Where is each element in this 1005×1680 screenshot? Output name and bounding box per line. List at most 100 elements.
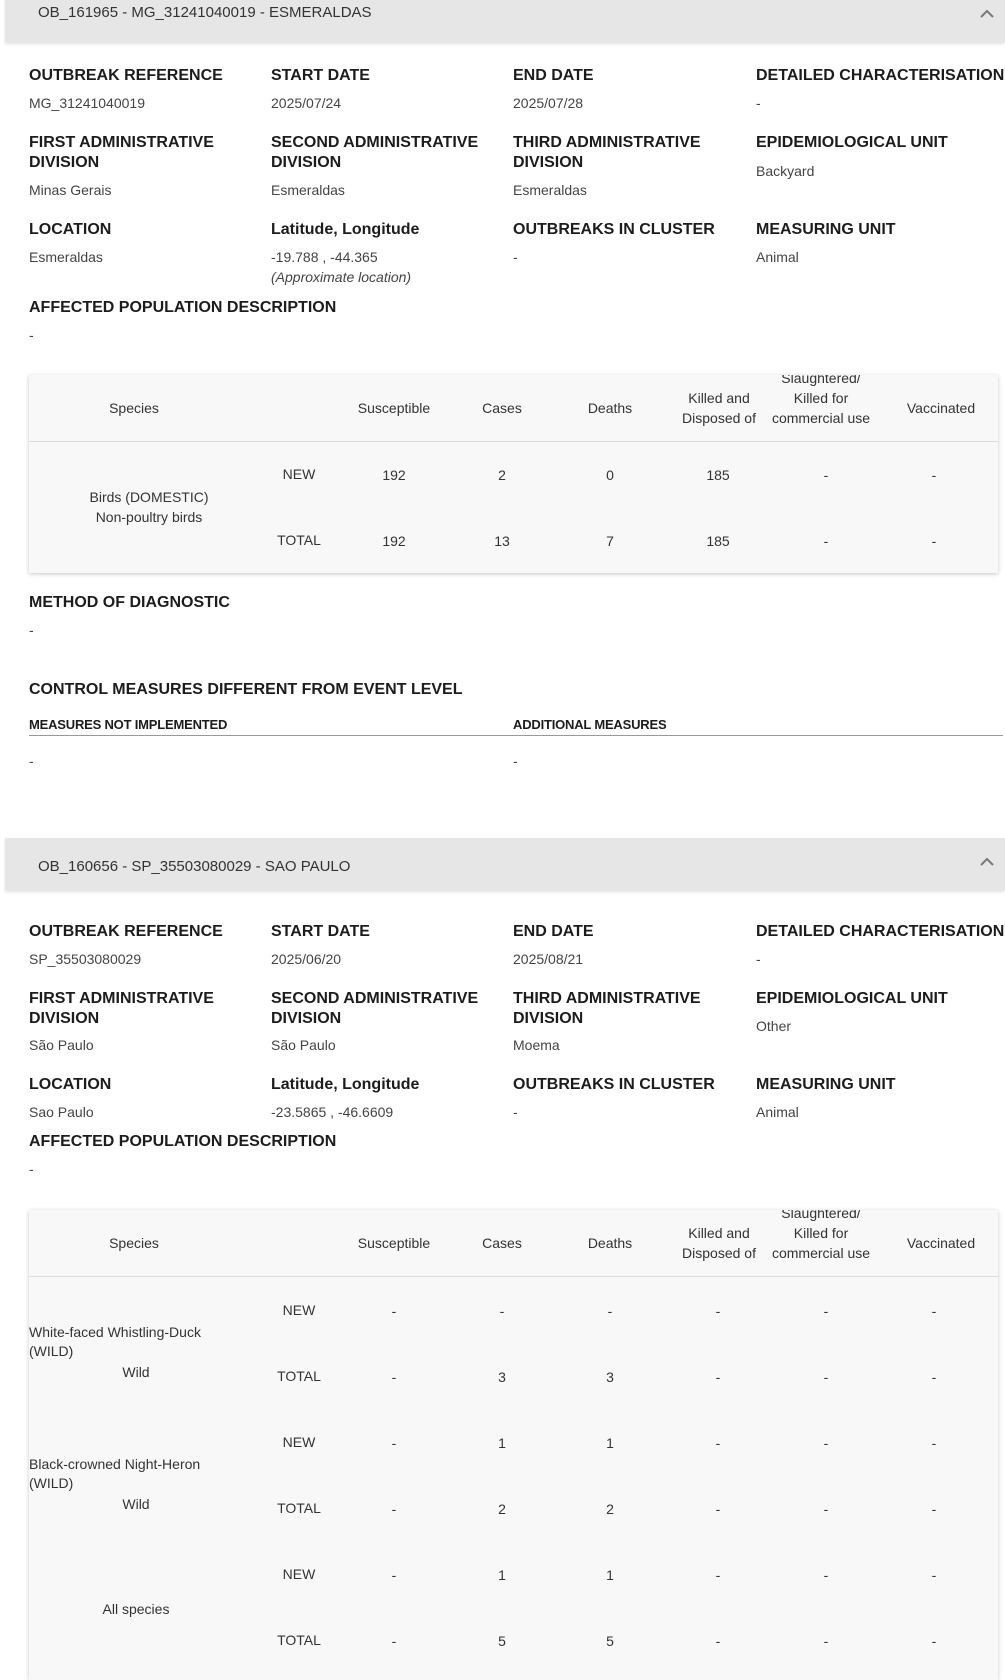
latlon-value: -23.5865 , -46.6609 (271, 1104, 394, 1120)
outbreak-panel-title: OB_161965 - MG_31241040019 - ESMERALDAS (38, 4, 372, 21)
new-slaughtered: - (823, 1303, 829, 1319)
outbreaks-in-cluster-value: - (513, 249, 518, 265)
total-row-label: TOTAL (277, 532, 321, 548)
location-label: LOCATION (29, 1076, 112, 1093)
susceptible-column-header: Susceptible (357, 1235, 431, 1251)
new-vaccinated: - (931, 1303, 937, 1319)
new-deaths: - (607, 1303, 613, 1319)
species-column-header: Species (109, 1235, 159, 1251)
new-susceptible: - (391, 1567, 397, 1583)
second-admin-label: SECOND ADMINISTRATIVE DIVISION (271, 133, 478, 173)
first-admin-label-line2: DIVISION (29, 1010, 100, 1027)
new-row-label: NEW (282, 466, 316, 482)
total-susceptible: - (391, 1633, 397, 1649)
affected-population-value: - (29, 1161, 34, 1177)
latlon-label: Latitude, Longitude (271, 221, 420, 238)
epi-unit-label: EPIDEMIOLOGICAL UNIT (756, 134, 948, 151)
new-cases: 1 (498, 1435, 506, 1451)
outbreak-panel-2: OB_160656 - SP_35503080029 - SAO PAULO O… (5, 838, 1005, 1680)
outbreak-panel-header[interactable]: OB_161965 - MG_31241040019 - ESMERALDAS (5, 0, 1005, 42)
second-admin-label-line2: DIVISION (271, 1010, 342, 1027)
chevron-up-icon[interactable] (975, 2, 999, 26)
measuring-unit-value: Animal (756, 1104, 799, 1120)
outbreak-reference-value: SP_35503080029 (29, 951, 142, 967)
third-admin-label-line2: DIVISION (513, 1010, 584, 1027)
species-category: All species (102, 1601, 170, 1617)
new-killed: - (715, 1435, 721, 1451)
species-table: Species Susceptible Cases Deaths Killed … (29, 375, 998, 573)
new-slaughtered: - (823, 467, 829, 483)
total-cases: 3 (498, 1369, 506, 1385)
detailed-characterisation-label: DETAILED CHARACTERISATION (756, 923, 1005, 940)
species-name: Birds (DOMESTIC) Non-poultry birds (89, 489, 209, 525)
new-killed: - (715, 1567, 721, 1583)
total-killed: - (715, 1501, 721, 1517)
total-row-label: TOTAL (277, 1632, 321, 1648)
total-slaughtered: - (823, 1369, 829, 1385)
outbreaks-in-cluster-label: OUTBREAKS IN CLUSTER (513, 221, 715, 238)
third-admin-label-line2: DIVISION (513, 154, 584, 171)
species-category: Wild (122, 1496, 150, 1512)
new-killed: - (715, 1303, 721, 1319)
new-vaccinated: - (931, 467, 937, 483)
third-admin-value: Moema (513, 1037, 560, 1053)
new-susceptible: 192 (382, 467, 406, 483)
total-vaccinated: - (931, 533, 937, 549)
new-killed: 185 (706, 467, 730, 483)
measuring-unit-value: Animal (756, 249, 799, 265)
outbreaks-in-cluster-value: - (513, 1104, 518, 1120)
detailed-characterisation-value: - (756, 951, 761, 967)
third-admin-label-line1: THIRD ADMINISTRATIVE (513, 990, 701, 1007)
table-header-divider (29, 1276, 998, 1277)
killed-disposed-column-header: Killed and Disposed of (682, 390, 756, 426)
affected-population-label: AFFECTED POPULATION DESCRIPTION (29, 299, 337, 316)
species-name: White-faced Whistling-Duck (29, 1324, 201, 1340)
total-deaths: 5 (606, 1633, 614, 1649)
total-deaths: 3 (606, 1369, 614, 1385)
third-admin-label-line1: THIRD ADMINISTRATIVE (513, 134, 701, 151)
first-admin-value: Minas Gerais (29, 182, 112, 198)
epi-unit-value: Backyard (756, 163, 815, 179)
total-row-label: TOTAL (277, 1368, 321, 1384)
species-type: (WILD) (29, 1475, 74, 1491)
total-susceptible: - (391, 1369, 397, 1385)
outbreak-reference-label: OUTBREAK REFERENCE (29, 67, 223, 84)
additional-measures-label: ADDITIONAL MEASURES (513, 717, 667, 732)
second-admin-label: SECOND ADMINISTRATIVE DIVISION (271, 989, 478, 1029)
epi-unit-label: EPIDEMIOLOGICAL UNIT (756, 990, 948, 1007)
first-admin-label-line1: FIRST ADMINISTRATIVE (29, 134, 214, 151)
start-date-label: START DATE (271, 67, 370, 84)
new-row-label: NEW (282, 1302, 316, 1318)
third-admin-label: THIRD ADMINISTRATIVE DIVISION (513, 989, 701, 1029)
additional-measures-value: - (513, 753, 518, 769)
location-value: Sao Paulo (29, 1104, 94, 1120)
second-admin-label-line1: SECOND ADMINISTRATIVE (271, 990, 479, 1007)
affected-population-value: - (29, 327, 34, 343)
detailed-characterisation-label: DETAILED CHARACTERISATION (756, 67, 1005, 84)
measures-divider (29, 735, 1003, 736)
latlon-value: -19.788 , -44.365 (271, 249, 378, 265)
method-of-diagnostic-value: - (29, 622, 34, 638)
third-admin-value: Esmeraldas (513, 182, 587, 198)
total-slaughtered: - (823, 1501, 829, 1517)
total-slaughtered: - (823, 1633, 829, 1649)
slaughtered-column-header: Slaughtered/ Killed for commercial use (771, 1210, 871, 1261)
outbreak-panel-header[interactable]: OB_160656 - SP_35503080029 - SAO PAULO (5, 838, 1005, 890)
total-susceptible: - (391, 1501, 397, 1517)
cases-column-header: Cases (482, 1235, 522, 1251)
new-vaccinated: - (931, 1567, 937, 1583)
second-admin-value: Esmeraldas (271, 182, 345, 198)
total-slaughtered: - (823, 533, 829, 549)
chevron-up-icon[interactable] (975, 850, 999, 874)
outbreaks-in-cluster-label: OUTBREAKS IN CLUSTER (513, 1076, 715, 1093)
measures-not-implemented-label: MEASURES NOT IMPLEMENTED (29, 717, 228, 732)
slaughtered-column-header: Slaughtered/ Killed for commercial use (771, 375, 871, 426)
total-killed: - (715, 1633, 721, 1649)
measures-not-implemented-value: - (29, 753, 34, 769)
vaccinated-column-header: Vaccinated (906, 400, 976, 416)
killed-disposed-column-header: Killed and Disposed of (682, 1225, 756, 1261)
new-row-label: NEW (282, 1566, 316, 1582)
new-cases: - (499, 1303, 505, 1319)
measuring-unit-label: MEASURING UNIT (756, 221, 896, 238)
end-date-value: 2025/08/21 (513, 951, 584, 967)
